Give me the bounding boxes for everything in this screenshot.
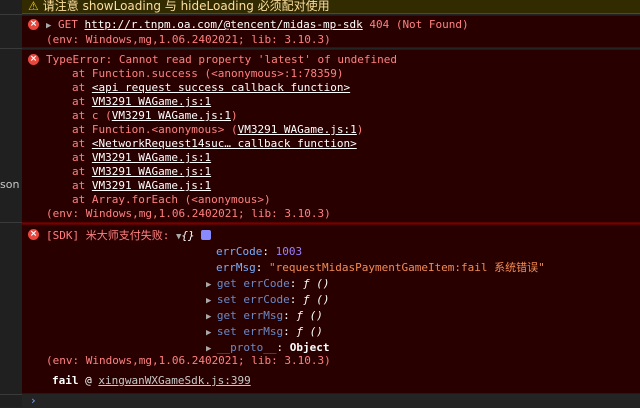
error-text: TypeError: Cannot read property 'latest'…	[46, 53, 397, 66]
gutter-divider	[0, 394, 22, 395]
accessor-value: ƒ ()	[296, 325, 323, 338]
prompt-chevron-icon: ›	[30, 394, 37, 407]
gutter-divider	[0, 14, 22, 15]
accessor-key: get errMsg	[216, 309, 284, 322]
expand-triangle-icon[interactable]: ▶	[206, 328, 217, 338]
property-separator: :	[262, 245, 276, 258]
fail-at: @	[78, 374, 99, 387]
stack-frame-text: at Array.forEach (<anonymous>)	[72, 193, 271, 206]
accessor-value: Object	[289, 341, 330, 354]
accessor-key: set errCode	[216, 293, 290, 306]
object-accessor[interactable]: ▶ __proto__: Object	[206, 341, 329, 355]
stack-frame: at Function.<anonymous> (VM3291 WAGame.j…	[72, 123, 363, 137]
stack-frame-suffix: )	[230, 109, 238, 122]
stack-frame-link[interactable]: VM3291 WAGame.js:1	[238, 123, 357, 136]
sdk-error-label: [SDK] 米大师支付失败:	[46, 229, 176, 242]
stack-frame-link[interactable]: VM3291 WAGame.js:1	[92, 151, 211, 164]
warning-message: ⚠ 请注意 showLoading 与 hideLoading 必须配对使用	[22, 0, 640, 14]
accessor-key: set errMsg	[216, 325, 284, 338]
stack-frame: at VM3291 WAGame.js:1	[72, 179, 211, 193]
expand-triangle-icon[interactable]: ▶	[206, 312, 217, 322]
stack-frame-text: at Function.<anonymous> (	[72, 123, 238, 136]
accessor-separator: :	[289, 293, 303, 306]
object-accessor[interactable]: ▶ get errCode: ƒ ()	[206, 277, 329, 291]
error-line: ▶ GET http://r.tnpm.oa.com/@tencent/mida…	[46, 18, 469, 32]
stack-frame-link[interactable]: VM3291 WAGame.js:1	[92, 95, 211, 108]
console-panel[interactable]: ⚠ 请注意 showLoading 与 hideLoading 必须配对使用 × …	[22, 0, 640, 407]
stack-frame: at <NetworkRequest14suc… callback functi…	[72, 137, 357, 151]
stack-frame-text: at c (	[72, 109, 112, 122]
stack-frame-text: at	[72, 95, 92, 108]
property-key: errCode	[216, 245, 263, 258]
env-info: (env: Windows,mg,1.06.2402021; lib: 3.10…	[46, 354, 331, 367]
stack-frame-text: at	[72, 81, 92, 94]
stack-frame: at c (VM3291 WAGame.js:1)	[72, 109, 238, 123]
error-message-typeerror[interactable]: × TypeError: Cannot read property 'lates…	[22, 49, 640, 223]
stack-frame-link[interactable]: VM3291 WAGame.js:1	[92, 179, 211, 192]
source-file-link[interactable]: xingwanWXGameSdk.js:399	[98, 374, 250, 387]
accessor-value: ƒ ()	[302, 293, 330, 306]
gutter-divider	[0, 48, 22, 49]
object-accessor[interactable]: ▶ set errCode: ƒ ()	[206, 293, 329, 307]
fail-label: fail	[52, 374, 79, 387]
stack-frame-text: at	[72, 151, 92, 164]
warning-icon: ⚠	[28, 0, 39, 13]
warning-text: 请注意 showLoading 与 hideLoading 必须配对使用	[42, 0, 330, 13]
console-prompt[interactable]: ›	[22, 394, 640, 407]
expand-triangle-icon[interactable]: ▶	[206, 296, 217, 306]
object-property: errMsg: "requestMidasPaymentGameItem:fai…	[216, 261, 545, 275]
env-info: (env: Windows,mg,1.06.2402021; lib: 3.10…	[46, 33, 331, 46]
accessor-separator: :	[283, 309, 297, 322]
stack-frame-link[interactable]: <NetworkRequest14suc… callback function>	[92, 137, 357, 150]
error-message-sdk[interactable]: × [SDK] 米大师支付失败: ▼{} errCode: 1003 errMsg…	[22, 224, 640, 394]
accessor-key: get errCode	[216, 277, 290, 290]
request-url-link[interactable]: http://r.tnpm.oa.com/@tencent/midas-mp-s…	[85, 18, 363, 31]
error-message-network[interactable]: × ▶ GET http://r.tnpm.oa.com/@tencent/mi…	[22, 15, 640, 48]
error-icon: ×	[28, 19, 39, 30]
property-key: errMsg	[216, 261, 256, 274]
stack-frame-suffix: )	[356, 123, 364, 136]
request-method: GET	[58, 18, 85, 31]
stack-frame-link[interactable]: VM3291 WAGame.js:1	[112, 109, 231, 122]
property-value: "requestMidasPaymentGameItem:fail 系统错误"	[269, 261, 545, 274]
accessor-key: __proto__	[216, 341, 277, 354]
stack-frame-text: at	[72, 165, 92, 178]
object-accessor[interactable]: ▶ set errMsg: ƒ ()	[206, 325, 323, 339]
stack-frame: at Function.success (<anonymous>:1:78359…	[72, 67, 344, 81]
left-gutter: son	[0, 0, 22, 407]
fail-source-line: fail @ xingwanWXGameSdk.js:399	[52, 374, 251, 388]
stack-frame-text: at	[72, 179, 92, 192]
stack-frame: at VM3291 WAGame.js:1	[72, 95, 211, 109]
stack-frame: at VM3291 WAGame.js:1	[72, 165, 211, 179]
accessor-value: ƒ ()	[302, 277, 330, 290]
stack-frame-link[interactable]: VM3291 WAGame.js:1	[92, 165, 211, 178]
stack-frame-text: at	[72, 137, 92, 150]
accessor-value: ƒ ()	[296, 309, 323, 322]
expand-triangle-icon[interactable]: ▶	[46, 21, 51, 31]
gutter-divider	[0, 222, 22, 223]
accessor-separator: :	[289, 277, 303, 290]
accessor-separator: :	[283, 325, 297, 338]
object-accessor[interactable]: ▶ get errMsg: ƒ ()	[206, 309, 323, 323]
stack-frame-text: at Function.success (<anonymous>:1:78359…	[72, 67, 344, 80]
expand-triangle-icon[interactable]: ▶	[206, 344, 217, 354]
expand-triangle-icon[interactable]: ▶	[206, 280, 217, 290]
property-value: 1003	[275, 245, 303, 258]
accessor-separator: :	[276, 341, 290, 354]
object-property: errCode: 1003	[216, 245, 302, 259]
request-status: 404 (Not Found)	[362, 18, 469, 31]
stack-frame-link[interactable]: <api request success callback function>	[92, 81, 350, 94]
error-icon: ×	[28, 54, 39, 65]
gutter-cut-text: son	[0, 178, 20, 191]
info-badge-icon[interactable]	[201, 230, 212, 240]
stack-frame: at <api request success callback functio…	[72, 81, 350, 95]
stack-frame: at Array.forEach (<anonymous>)	[72, 193, 271, 207]
object-preview: {}	[181, 229, 195, 242]
error-icon: ×	[28, 229, 39, 240]
property-separator: :	[255, 261, 269, 274]
env-info: (env: Windows,mg,1.06.2402021; lib: 3.10…	[46, 207, 331, 220]
stack-frame: at VM3291 WAGame.js:1	[72, 151, 211, 165]
sdk-error-line: [SDK] 米大师支付失败: ▼{}	[46, 229, 212, 243]
